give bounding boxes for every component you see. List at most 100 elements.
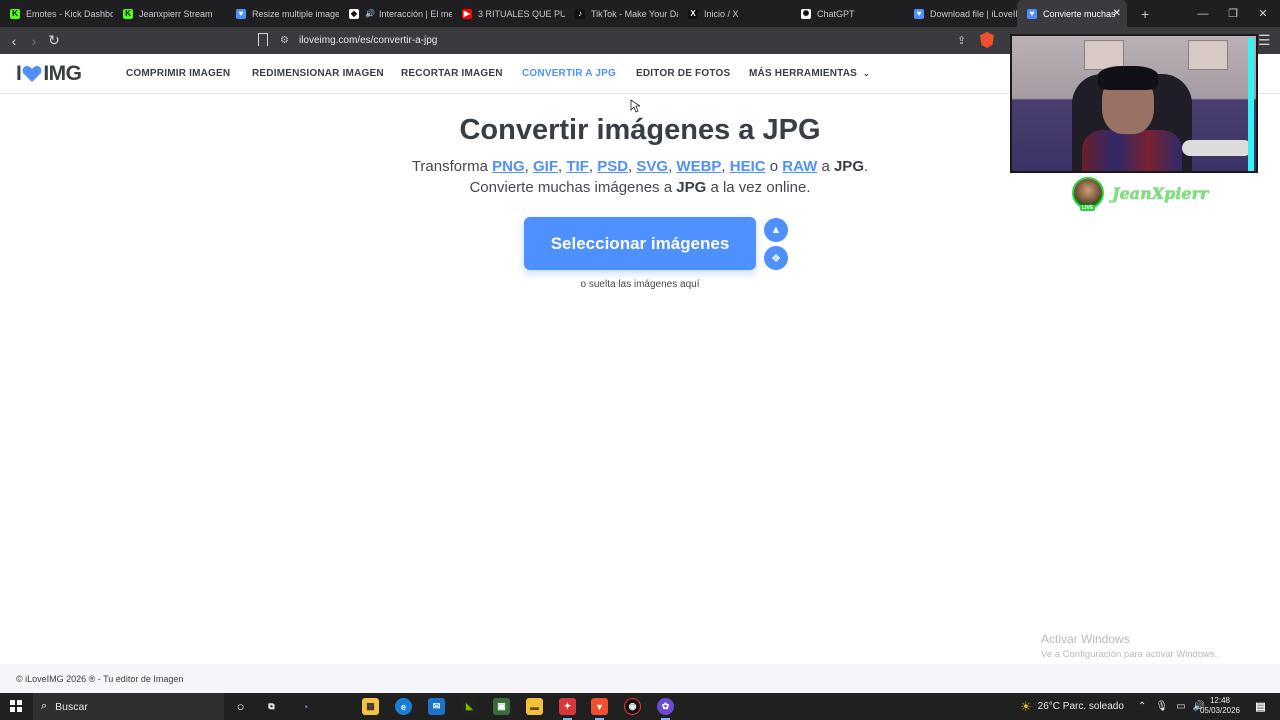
minimize-icon[interactable]: — [1188,0,1218,27]
ilovemg-icon: ♥ [1027,8,1037,19]
file-explorer-icon[interactable]: ▬ [526,698,543,715]
mouse-cursor-icon [630,99,640,113]
watermark-title: Activar Windows [1041,632,1130,646]
restore-icon[interactable]: ❐ [1218,0,1248,27]
show-hidden-icons[interactable]: ⌃ [1138,701,1146,712]
weather-widget[interactable]: ☀ 26°C Parc. soleado [1020,693,1124,720]
x-icon: X [688,8,698,19]
minecraft-icon[interactable]: ▣ [493,698,510,715]
format-link-png[interactable]: PNG [492,158,525,175]
nav-photo-editor[interactable]: EDITOR DE FOTOS [636,68,730,79]
logo-text-left: I [16,62,22,85]
browser-tab[interactable]: ♥ Resize multiple images [226,0,339,27]
speed-gauge-icon[interactable]: ◔ [297,698,314,715]
browser-menu-icon[interactable]: ☰ [1258,32,1271,49]
bookmark-icon[interactable] [258,33,268,46]
browser-tab[interactable]: K Jeanxpierr Stream [113,0,226,27]
browser-tab[interactable]: ▶ 3 RITUALES QUE PUEDES [452,0,565,27]
browser-tab[interactable]: K Emotes - Kick Dashboard [0,0,113,27]
dropbox-icon[interactable]: ❖ [764,246,788,270]
tab-title: Convierte muchas [1043,8,1116,19]
streamer-badge: LIVE JeanXpierr [1072,177,1208,211]
close-window-icon[interactable]: ✕ [1248,0,1278,27]
google-drive-icon[interactable]: ▲ [764,218,788,242]
windows-taskbar: ⌕ Buscar ○ ⧉ ◔ ▦ e ✉ ◣ ▣ ▬ ✦ ▼ ◉ ✿ ☀ 26°C… [0,693,1280,720]
clock-time: 12:48 [1209,696,1231,705]
footer-copyright: © iLoveIMG 2026 ® - Tu editor de Imagen [16,674,184,684]
network-icon[interactable]: ▭ [1176,701,1185,712]
format-link-gif[interactable]: GIF [533,158,558,175]
webcam-overlay [1010,34,1258,173]
reload-icon[interactable]: ↻ [44,27,64,54]
task-view-icon[interactable]: ⧉ [263,698,280,715]
microphone [1182,140,1252,156]
mail-icon[interactable]: ✉ [428,698,445,715]
format-link-webp[interactable]: WEBP [676,158,721,175]
format-link-svg[interactable]: SVG [636,158,668,175]
cortana-icon[interactable]: ○ [232,698,249,715]
browser-tab[interactable]: ♪ TikTok - Make Your Day [565,0,678,27]
ilovemg-logo[interactable]: I IMG [16,62,82,85]
target-format: JPG [676,179,707,196]
nav-more-tools-label: MÁS HERRAMIENTAS [749,68,858,79]
ilovemg-icon: ♥ [914,8,924,19]
nav-compress[interactable]: COMPRIMIR IMAGEN [126,68,230,79]
subtitle-line2-prefix: Convierte muchas imágenes a [469,179,673,196]
wall-poster [1188,40,1228,70]
back-icon[interactable]: ‹ [4,27,24,54]
taskbar-clock[interactable]: 12:48 05/03/2026 [1198,696,1242,716]
kick-icon: K [10,8,20,19]
share-icon[interactable]: ⇪ [957,34,966,47]
speaker-icon[interactable]: 🔊 [365,9,375,18]
browser-tab-strip: K Emotes - Kick Dashboard K Jeanxpierr Str… [0,0,1280,27]
browser-tab[interactable]: X Inicio / X [678,0,791,27]
target-format: JPG [833,158,864,175]
watermark-subtitle: Ve a Configuración para activar Windows. [1041,649,1218,660]
browser-tab[interactable]: ✺ ChatGPT [791,0,904,27]
microphone-icon[interactable]: 🎙 [1155,701,1168,712]
format-link-heic[interactable]: HEIC [730,158,766,175]
tab-title: TikTok - Make Your Day [591,8,678,19]
taskbar-search-placeholder: Buscar [55,700,88,713]
system-tray: ⌃ 🎙 ▭ 🔊 [1138,693,1205,720]
select-images-button[interactable]: Seleccionar imágenes [524,217,756,270]
windows-start-icon[interactable] [10,700,22,712]
streamer-hair [1098,66,1158,90]
subtitle-prefix: Transforma [411,158,488,175]
browser-tab[interactable]: ♥ Download file | iLoveIMG [904,0,1017,27]
weather-icon: ☀ [1020,698,1032,714]
heart-icon [22,65,42,83]
store-icon[interactable]: ▦ [362,698,379,715]
new-tab-button[interactable]: + [1141,6,1149,22]
nav-convert-to-jpg[interactable]: CONVERTIR A JPG [522,68,616,79]
taskbar-search[interactable]: ⌕ Buscar [33,693,224,720]
ilovemg-icon: ♥ [236,8,246,19]
obs-icon[interactable]: ◉ [624,698,641,715]
nav-resize[interactable]: REDIMENSIONAR IMAGEN [252,68,384,79]
format-link-tif[interactable]: TIF [566,158,589,175]
format-link-psd[interactable]: PSD [597,158,628,175]
nav-more-tools[interactable]: MÁS HERRAMIENTAS ⌄ [749,68,870,79]
notifications-icon[interactable]: ▤ [1252,698,1269,715]
tab-title: Download file | iLoveIMG [930,8,1017,19]
search-icon: ⌕ [41,700,48,712]
address-bar[interactable]: ⚙ iloveimg.com/es/convertir-a-jpg [280,31,1000,50]
app-icon[interactable]: ✦ [559,698,576,720]
nvidia-icon[interactable]: ◣ [461,698,478,715]
close-tab-icon[interactable]: ✕ [1113,8,1121,19]
brave-browser-icon[interactable]: ▼ [591,698,608,720]
streamer-avatar: LIVE [1072,177,1104,211]
edge-icon[interactable]: e [395,698,412,715]
nav-crop[interactable]: RECORTAR IMAGEN [401,68,503,79]
tiktok-icon: ♪ [575,8,585,19]
tab-title: 3 RITUALES QUE PUEDES [478,8,565,19]
tab-title: Resize multiple images [252,8,339,19]
browser-tab[interactable]: ◆ 🔊Interacción | El mejor [339,0,452,27]
youtube-icon: ▶ [462,8,472,19]
forward-icon[interactable]: › [24,27,44,54]
site-footer: © iLoveIMG 2026 ® - Tu editor de Imagen [0,664,1280,693]
format-link-raw[interactable]: RAW [782,158,817,175]
browser-tab-active[interactable]: ♥ Convierte muchas ✕ [1017,0,1127,27]
chat-app-icon[interactable]: ✿ [657,698,674,720]
site-settings-icon[interactable]: ⚙ [280,35,289,46]
